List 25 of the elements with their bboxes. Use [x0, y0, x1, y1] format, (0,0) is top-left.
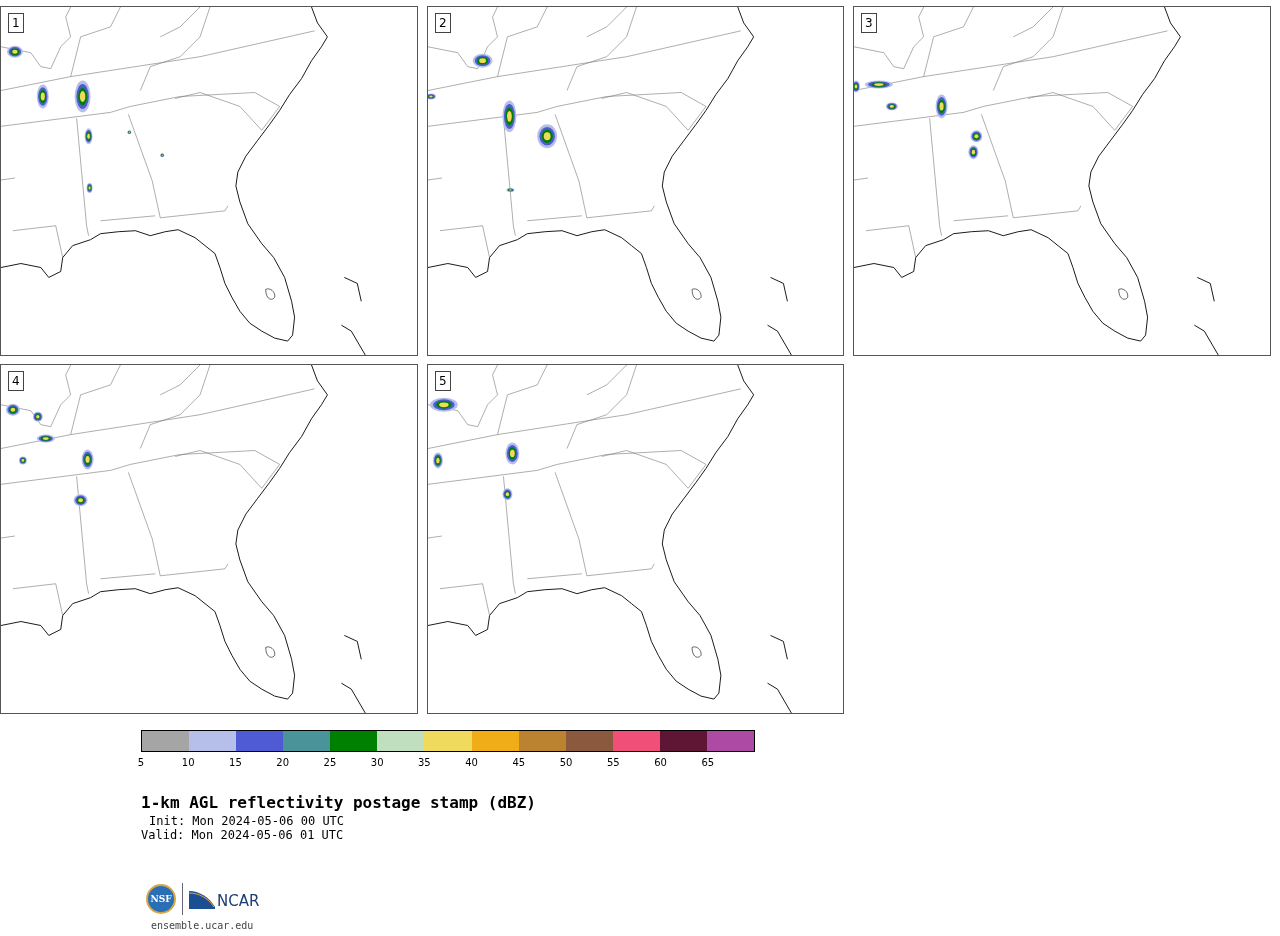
seal-logo: NSF	[146, 884, 176, 914]
panel-number: 2	[435, 13, 451, 33]
init-time: Init: Mon 2024-05-06 00 UTC	[149, 814, 346, 828]
tick-label: 5	[137, 757, 145, 768]
tick-label: 20	[276, 757, 290, 768]
panel-number: 1	[8, 13, 24, 33]
tick-label: 25	[323, 757, 337, 768]
tick-label: 30	[370, 757, 384, 768]
tick-label: 10	[181, 757, 195, 768]
tick-label: 15	[229, 757, 242, 768]
tick-label: 50	[559, 757, 573, 768]
tick-label: 60	[654, 757, 667, 768]
site-url: ensemble.ucar.edu	[151, 920, 255, 931]
chart-title: 1-km AGL reflectivity postage stamp (dBZ)	[141, 794, 537, 812]
panel-number: 5	[435, 371, 451, 391]
panel-number: 4	[8, 371, 24, 391]
tick-label: 55	[606, 757, 620, 768]
panel-number: 3	[861, 13, 877, 33]
swoosh-logo-icon	[189, 889, 215, 909]
tick-label: 35	[418, 757, 431, 768]
tick-label: 40	[465, 757, 478, 768]
valid-time: Valid: Mon 2024-05-06 01 UTC	[141, 828, 345, 842]
tick-label: 45	[512, 757, 526, 768]
tick-label: 65	[701, 757, 715, 768]
logo-wordmark: NCAR	[217, 892, 260, 910]
